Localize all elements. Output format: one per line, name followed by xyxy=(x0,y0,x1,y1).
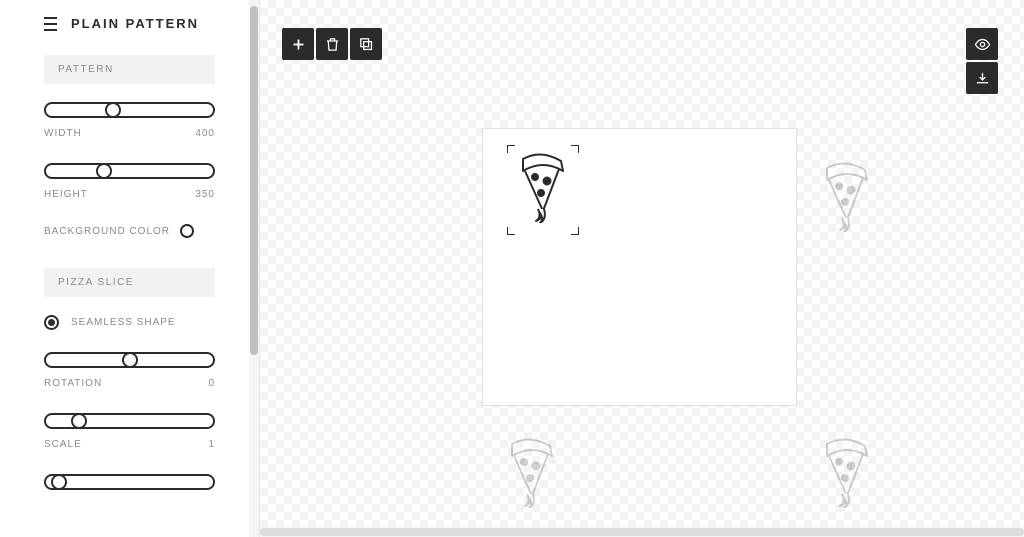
background-color-swatch[interactable] xyxy=(180,224,194,238)
value-width: 400 xyxy=(195,128,215,139)
duplicate-button[interactable] xyxy=(350,28,382,60)
label-height: HEIGHT xyxy=(44,189,88,200)
background-color-row: BACKGROUND COLOR xyxy=(44,224,215,238)
seamless-ghost xyxy=(502,436,558,513)
pizza-icon xyxy=(513,151,569,223)
copy-icon xyxy=(358,36,375,53)
label-scale: SCALE xyxy=(44,439,82,450)
section-header-shape: PIZZA SLICE xyxy=(44,268,215,297)
menu-icon[interactable] xyxy=(44,17,57,31)
canvas-h-scrollbar[interactable] xyxy=(260,527,1024,537)
canvas-area[interactable] xyxy=(260,0,1024,537)
plus-icon xyxy=(290,36,307,53)
sidebar-scrollbar[interactable] xyxy=(249,0,259,537)
eye-icon xyxy=(974,36,991,53)
download-icon xyxy=(974,70,991,87)
value-height: 350 xyxy=(195,189,215,200)
selection-corner-tr[interactable] xyxy=(571,145,579,153)
pattern-tile[interactable] xyxy=(482,128,797,406)
slider-height[interactable]: HEIGHT 350 xyxy=(44,163,215,200)
section-header-pattern: PATTERN xyxy=(44,55,215,84)
trash-icon xyxy=(324,36,341,53)
seamless-ghost xyxy=(817,160,873,237)
selection-corner-bl[interactable] xyxy=(507,227,515,235)
label-rotation: ROTATION xyxy=(44,378,102,389)
slider-scale[interactable]: SCALE 1 xyxy=(44,413,215,450)
add-button[interactable] xyxy=(282,28,314,60)
label-seamless: SEAMLESS SHAPE xyxy=(71,317,176,328)
toolbar-right xyxy=(966,28,998,94)
label-bgcolor: BACKGROUND COLOR xyxy=(44,226,170,237)
radio-seamless-icon xyxy=(44,315,59,330)
app-title: PLAIN PATTERN xyxy=(71,16,199,31)
label-width: WIDTH xyxy=(44,128,82,139)
selection-corner-br[interactable] xyxy=(571,227,579,235)
download-button[interactable] xyxy=(966,62,998,94)
seamless-shape-row[interactable]: SEAMLESS SHAPE xyxy=(44,315,215,330)
slider-rotation[interactable]: ROTATION 0 xyxy=(44,352,215,389)
logo-row: PLAIN PATTERN xyxy=(0,0,259,55)
delete-button[interactable] xyxy=(316,28,348,60)
value-scale: 1 xyxy=(208,439,215,450)
preview-button[interactable] xyxy=(966,28,998,60)
active-shape[interactable] xyxy=(513,151,573,229)
selection-corner-tl[interactable] xyxy=(507,145,515,153)
slider-width[interactable]: WIDTH 400 xyxy=(44,102,215,139)
value-rotation: 0 xyxy=(208,378,215,389)
toolbar-left xyxy=(282,28,382,60)
slider-stroke-size[interactable] xyxy=(44,474,215,490)
sidebar: PLAIN PATTERN PATTERN WIDTH 400 HEIGHT 3… xyxy=(0,0,260,537)
seamless-ghost xyxy=(817,436,873,513)
